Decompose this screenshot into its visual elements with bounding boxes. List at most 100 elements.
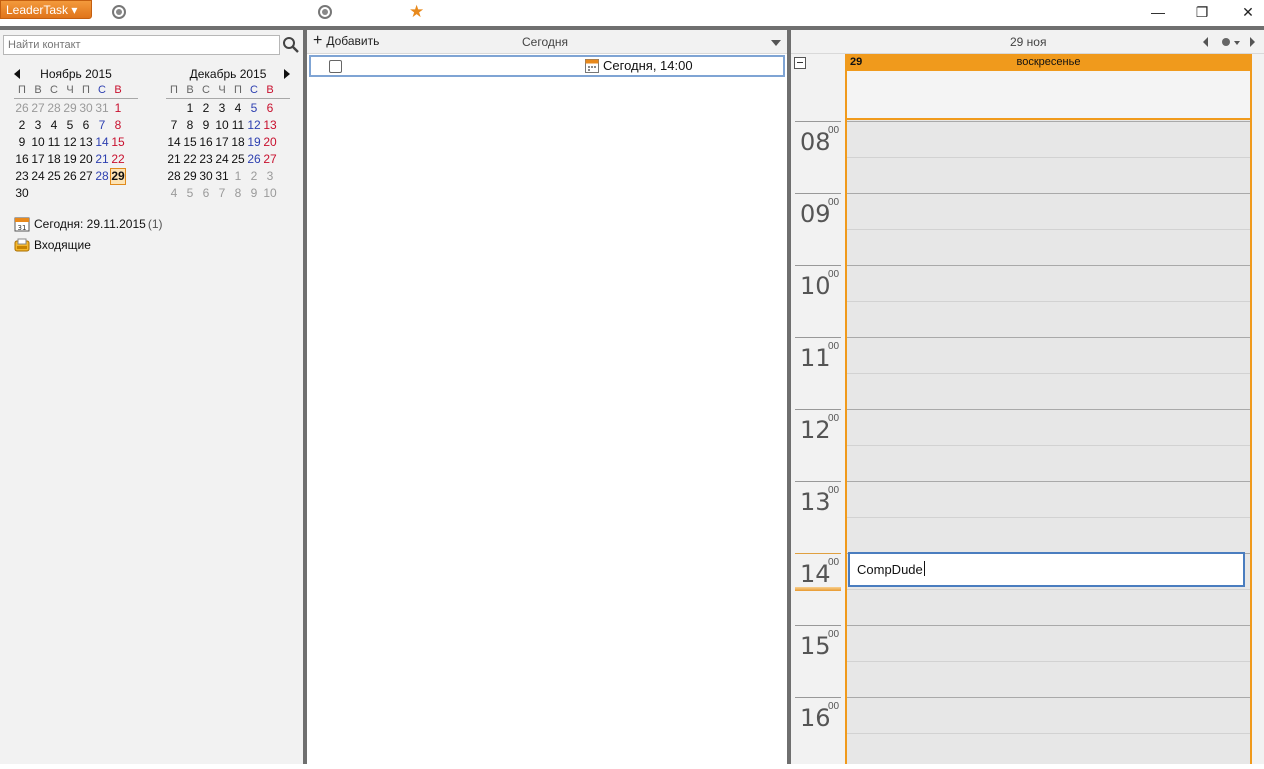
calendar-day[interactable]: 27 (78, 168, 94, 185)
calendar-day[interactable]: 5 (246, 100, 262, 117)
calendar-day[interactable]: 28 (166, 168, 182, 185)
calendar-day[interactable]: 13 (262, 117, 278, 134)
calendar-day[interactable]: 8 (230, 185, 246, 202)
calendar-day[interactable]: 3 (30, 117, 46, 134)
calendar-day[interactable]: 2 (246, 168, 262, 185)
calendar-day[interactable]: 20 (262, 134, 278, 151)
chevron-down-icon[interactable] (771, 40, 781, 46)
calendar-day[interactable]: 30 (198, 168, 214, 185)
calendar-day[interactable]: 21 (166, 151, 182, 168)
calendar-day[interactable]: 2 (198, 100, 214, 117)
calendar-day[interactable]: 15 (110, 134, 126, 151)
calendar-day[interactable]: 17 (30, 151, 46, 168)
prev-month-icon[interactable] (14, 69, 20, 79)
calendar-day[interactable]: 27 (262, 151, 278, 168)
calendar-day[interactable]: 22 (182, 151, 198, 168)
event-edit-box[interactable]: CompDude (848, 552, 1245, 587)
calendar-day[interactable]: 9 (14, 134, 30, 151)
calendar-day[interactable]: 9 (246, 185, 262, 202)
calendar-day[interactable]: 10 (262, 185, 278, 202)
calendar-day[interactable]: 24 (214, 151, 230, 168)
all-day-area[interactable] (847, 71, 1250, 120)
calendar-day[interactable]: 7 (214, 185, 230, 202)
search-icon[interactable] (282, 36, 300, 54)
calendar-day[interactable]: 14 (166, 134, 182, 151)
next-day-icon[interactable] (1250, 37, 1255, 47)
app-menu-button[interactable]: LeaderTask ▾ (0, 0, 92, 19)
event-title-input[interactable]: CompDude (857, 561, 925, 577)
calendar-day[interactable]: 15 (182, 134, 198, 151)
calendar-day[interactable]: 23 (14, 168, 30, 185)
calendar-day[interactable]: 26 (14, 100, 30, 117)
calendar-day[interactable]: 28 (46, 100, 62, 117)
calendar-day[interactable]: 10 (30, 134, 46, 151)
sync-status-icon[interactable] (318, 5, 332, 19)
calendar-day[interactable]: 20 (78, 151, 94, 168)
star-icon[interactable]: ★ (409, 2, 424, 22)
calendar-day[interactable]: 25 (230, 151, 246, 168)
calendar-day[interactable]: 21 (94, 151, 110, 168)
calendar-day[interactable]: 31 (94, 100, 110, 117)
calendar-day[interactable]: 7 (94, 117, 110, 134)
calendar-day[interactable]: 1 (182, 100, 198, 117)
calendar-day[interactable]: 13 (78, 134, 94, 151)
calendar-day[interactable]: 30 (78, 100, 94, 117)
calendar-day[interactable]: 4 (46, 117, 62, 134)
calendar-day[interactable]: 6 (198, 185, 214, 202)
calendar-day[interactable]: 4 (166, 185, 182, 202)
calendar-day[interactable]: 1 (110, 100, 126, 117)
calendar-day[interactable]: 19 (246, 134, 262, 151)
calendar-day[interactable]: 9 (198, 117, 214, 134)
calendar-day[interactable]: 11 (46, 134, 62, 151)
calendar-day[interactable]: 23 (198, 151, 214, 168)
chevron-down-icon[interactable] (1234, 41, 1240, 45)
calendar-day[interactable]: 12 (62, 134, 78, 151)
calendar-day[interactable]: 25 (46, 168, 62, 185)
calendar-day[interactable]: 17 (214, 134, 230, 151)
calendar-day[interactable]: 31 (214, 168, 230, 185)
calendar-day[interactable]: 18 (46, 151, 62, 168)
calendar-day[interactable]: 28 (94, 168, 110, 185)
restore-button[interactable]: ❐ (1187, 3, 1217, 21)
inbox-item[interactable]: Входящие (14, 236, 91, 254)
calendar-day[interactable]: 12 (246, 117, 262, 134)
calendar-day-selected[interactable]: 29 (110, 168, 126, 185)
calendar-day[interactable]: 2 (14, 117, 30, 134)
calendar-day[interactable]: 24 (30, 168, 46, 185)
calendar-day[interactable]: 14 (94, 134, 110, 151)
next-month-icon[interactable] (284, 69, 290, 79)
calendar-day[interactable]: 4 (230, 100, 246, 117)
calendar-day[interactable]: 8 (182, 117, 198, 134)
calendar-day[interactable]: 26 (62, 168, 78, 185)
calendar-day[interactable]: 11 (230, 117, 246, 134)
calendar-day[interactable]: 16 (198, 134, 214, 151)
task-checkbox[interactable] (329, 60, 342, 73)
calendar-day[interactable]: 6 (78, 117, 94, 134)
calendar-day[interactable]: 29 (62, 100, 78, 117)
calendar-day[interactable]: 10 (214, 117, 230, 134)
add-task-button[interactable]: + Добавить (313, 33, 379, 49)
calendar-day[interactable]: 6 (262, 100, 278, 117)
calendar-day[interactable]: 7 (166, 117, 182, 134)
calendar-day[interactable]: 30 (14, 185, 30, 202)
calendar-day[interactable]: 26 (246, 151, 262, 168)
today-item[interactable]: 31 Сегодня: 29.11.2015 (1) (14, 215, 163, 233)
calendar-day[interactable]: 3 (214, 100, 230, 117)
prev-day-icon[interactable] (1203, 37, 1208, 47)
calendar-day[interactable]: 3 (262, 168, 278, 185)
calendar-day[interactable]: 22 (110, 151, 126, 168)
calendar-day[interactable]: 18 (230, 134, 246, 151)
calendar-day[interactable]: 19 (62, 151, 78, 168)
contact-search-input[interactable] (3, 35, 280, 55)
minimize-button[interactable]: — (1143, 3, 1173, 21)
calendar-day[interactable]: 29 (182, 168, 198, 185)
calendar-day[interactable]: 16 (14, 151, 30, 168)
calendar-day[interactable]: 5 (62, 117, 78, 134)
day-column[interactable]: воскресенье 29 CompDude (845, 54, 1252, 764)
calendar-day[interactable]: 8 (110, 117, 126, 134)
today-dot-icon[interactable] (1222, 38, 1230, 46)
sync-icon[interactable] (112, 5, 126, 19)
task-row[interactable]: Сегодня, 14:00 (309, 55, 785, 77)
calendar-day[interactable]: 27 (30, 100, 46, 117)
calendar-day[interactable]: 5 (182, 185, 198, 202)
